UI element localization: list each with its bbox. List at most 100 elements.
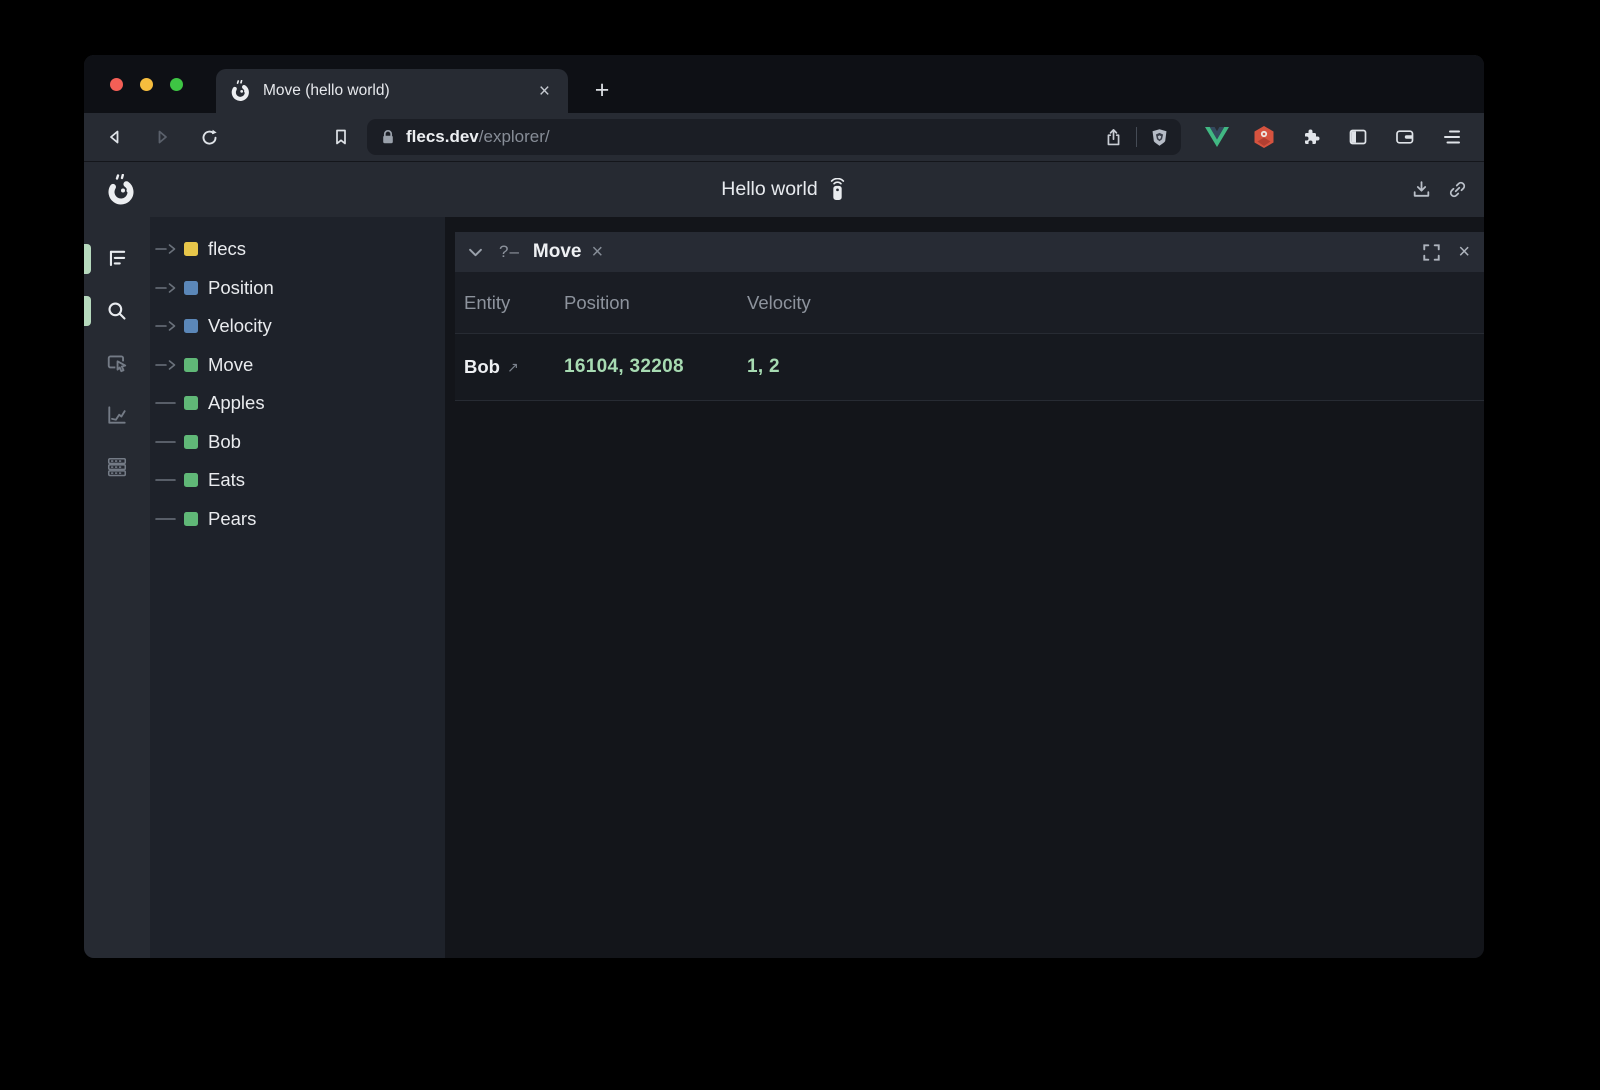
icon-rail	[84, 217, 150, 958]
fullscreen-button[interactable]	[1423, 244, 1440, 261]
app-body: flecs Position Velocity Move Apples Bob …	[84, 217, 1484, 958]
tree-outline-icon	[106, 248, 128, 270]
browser-window: Move (hello world) × +	[84, 55, 1484, 958]
entity-tree-panel: flecs Position Velocity Move Apples Bob …	[150, 217, 445, 958]
velocity-value: 1, 2	[747, 356, 1484, 378]
download-button[interactable]	[1411, 179, 1432, 200]
tab-title: Move (hello world)	[263, 82, 535, 100]
inspect-cursor-icon	[106, 352, 128, 374]
puzzle-icon	[1301, 127, 1321, 147]
sidebar-panel-icon	[1348, 127, 1368, 147]
divider	[1136, 127, 1137, 147]
entity-kind-square	[184, 396, 198, 410]
app-title-group: Hello world	[721, 178, 846, 201]
tree-item-label[interactable]: Velocity	[208, 315, 272, 337]
vue-devtools-extension-button[interactable]	[1201, 121, 1233, 153]
close-window-button[interactable]	[110, 78, 123, 91]
tree-item-flecs[interactable]: flecs	[150, 230, 445, 269]
browser-tab[interactable]: Move (hello world) ×	[216, 69, 568, 113]
extension-icons	[1201, 121, 1468, 153]
sidebar-toggle-button[interactable]	[1342, 121, 1374, 153]
bookmark-button[interactable]	[325, 121, 357, 153]
browser-menu-button[interactable]	[1436, 121, 1468, 153]
flecs-logo-icon[interactable]	[106, 174, 138, 206]
tree-item-apples[interactable]: Apples	[150, 384, 445, 423]
tree-item-label[interactable]: Position	[208, 277, 274, 299]
browser-toolbar: flecs.dev/explorer/	[84, 113, 1484, 161]
fullscreen-icon	[1423, 244, 1440, 261]
remote-connection-icon[interactable]	[828, 178, 847, 201]
search-icon	[106, 300, 128, 322]
tree-item-pears[interactable]: Pears	[150, 500, 445, 539]
entity-kind-square	[184, 319, 198, 333]
expand-arrow-icon[interactable]	[155, 319, 181, 333]
url-text: flecs.dev/explorer/	[406, 127, 550, 147]
panel-header-actions: ×	[1423, 242, 1470, 262]
tree-item-label[interactable]: Move	[208, 354, 253, 376]
entity-kind-square	[184, 435, 198, 449]
share-button[interactable]	[1104, 128, 1123, 147]
query-panel: ?– Move ×	[455, 232, 1484, 401]
url-domain: flecs.dev	[406, 127, 479, 146]
tree-connector-line	[155, 473, 181, 487]
memory-rows-icon	[106, 456, 128, 478]
copy-link-button[interactable]	[1447, 179, 1468, 200]
extensions-button[interactable]	[1295, 121, 1327, 153]
expand-arrow-icon[interactable]	[155, 358, 181, 372]
tab-close-icon[interactable]: ×	[535, 80, 554, 103]
window-controls	[110, 55, 183, 113]
download-icon	[1411, 179, 1432, 200]
reload-icon	[200, 128, 219, 147]
query-panel-header: ?– Move ×	[455, 232, 1484, 272]
tree-item-label[interactable]: Apples	[208, 392, 265, 414]
world-title: Hello world	[721, 178, 817, 201]
new-tab-button[interactable]: +	[586, 74, 618, 106]
entity-kind-square	[184, 473, 198, 487]
lock-icon	[379, 128, 397, 146]
query-panel-title: Move	[533, 241, 582, 263]
wallet-button[interactable]	[1389, 121, 1421, 153]
chevron-down-icon[interactable]	[469, 248, 482, 257]
inspect-button[interactable]	[84, 337, 150, 389]
panel-close-button[interactable]: ×	[1458, 242, 1470, 262]
tree-item-velocity[interactable]: Velocity	[150, 307, 445, 346]
entity-kind-square	[184, 242, 198, 256]
stats-chart-button[interactable]	[84, 389, 150, 441]
forward-button[interactable]	[146, 121, 178, 153]
tree-item-label[interactable]: flecs	[208, 238, 246, 260]
back-button[interactable]	[99, 121, 131, 153]
reload-button[interactable]	[193, 121, 225, 153]
tree-view-button[interactable]	[84, 233, 150, 285]
memory-stats-button[interactable]	[84, 441, 150, 493]
minimize-window-button[interactable]	[140, 78, 153, 91]
tree-item-label[interactable]: Bob	[208, 431, 241, 453]
address-bar[interactable]: flecs.dev/explorer/	[367, 119, 1181, 155]
maximize-window-button[interactable]	[170, 78, 183, 91]
tree-item-eats[interactable]: Eats	[150, 461, 445, 500]
link-icon	[1447, 179, 1468, 200]
hexagon-extension-button[interactable]	[1248, 121, 1280, 153]
tree-connector-line	[155, 435, 181, 449]
active-indicator-pill	[84, 244, 91, 274]
column-header-position: Position	[564, 292, 747, 314]
expand-arrow-icon[interactable]	[155, 281, 181, 295]
tree-item-move[interactable]: Move	[150, 346, 445, 385]
query-clear-icon[interactable]: ×	[592, 242, 604, 262]
external-link-icon[interactable]: ↗	[507, 359, 519, 376]
brave-shield-button[interactable]	[1150, 128, 1169, 147]
table-row[interactable]: Bob ↗ 16104, 32208 1, 2	[455, 334, 1484, 401]
expand-arrow-icon[interactable]	[155, 242, 181, 256]
flecs-favicon-icon	[230, 80, 252, 102]
url-path: /explorer/	[479, 127, 550, 146]
vue-icon	[1205, 127, 1229, 147]
entity-name[interactable]: Bob	[464, 356, 500, 378]
tree-item-label[interactable]: Eats	[208, 469, 245, 491]
app-header: Hello world	[84, 161, 1484, 217]
tree-item-bob[interactable]: Bob	[150, 423, 445, 462]
tree-item-position[interactable]: Position	[150, 269, 445, 308]
tree-connector-line	[155, 396, 181, 410]
query-search-button[interactable]	[84, 285, 150, 337]
tree-item-label[interactable]: Pears	[208, 508, 256, 530]
main-content: ?– Move ×	[445, 217, 1484, 958]
entity-kind-square	[184, 512, 198, 526]
